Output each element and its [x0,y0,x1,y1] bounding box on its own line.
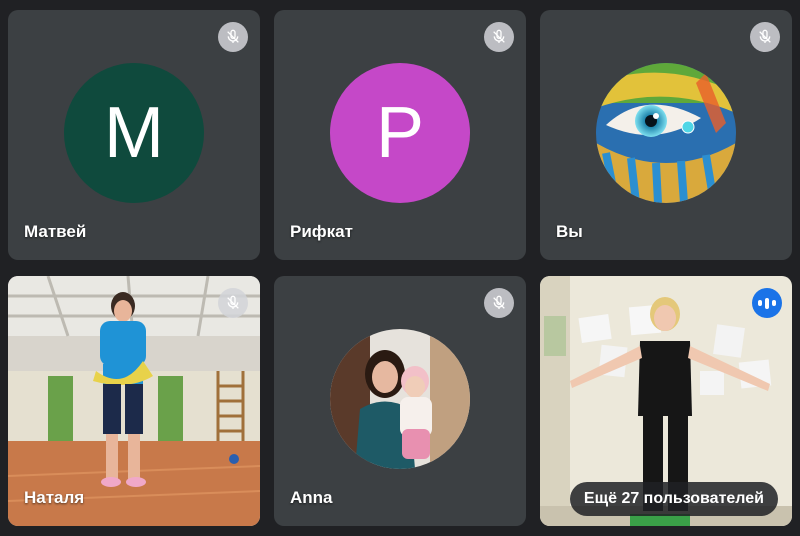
participant-tile-self[interactable]: Вы [540,10,792,260]
participant-name: Вы [556,222,583,241]
avatar-initial: М [104,93,164,173]
avatar-photo [330,329,470,469]
participant-tile-rifkat[interactable]: Р Рифкат [274,10,526,260]
participant-name: Наталя [24,488,85,507]
participant-name: Матвей [24,222,87,241]
participant-name: Anna [290,488,333,507]
more-participants-label: Ещё 27 пользователей [583,490,764,507]
participant-name: Рифкат [290,222,353,241]
participant-tile-natalya[interactable]: Наталя [8,276,260,526]
avatar: Р [330,63,470,203]
mic-off-icon [218,22,248,52]
mic-off-icon [750,22,780,52]
more-participants-button[interactable]: Ещё 27 пользователей [569,482,778,516]
avatar: М [64,63,204,203]
mic-off-icon [484,288,514,318]
participant-tile-matvey[interactable]: М Матвей [8,10,260,260]
avatar-eye-art-image [596,63,736,203]
participant-tile-anna[interactable]: Anna [274,276,526,526]
avatar-initial: Р [375,93,425,173]
mic-off-icon [218,288,248,318]
speaking-indicator-icon [752,288,782,318]
participant-tile-speaking[interactable]: Ещё 27 пользователей [540,276,792,526]
mic-off-icon [484,22,514,52]
